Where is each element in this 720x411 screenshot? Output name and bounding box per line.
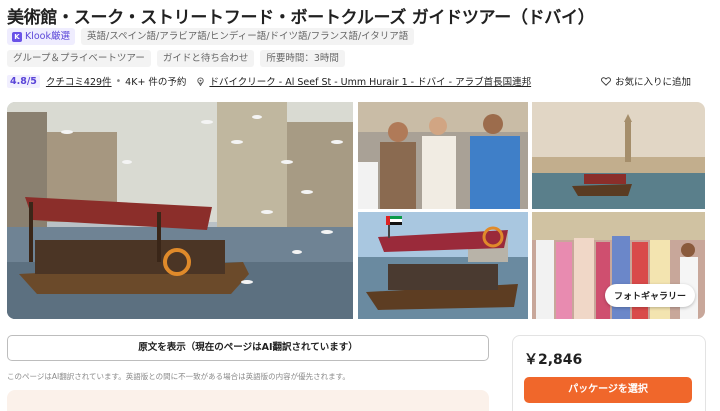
price: ￥2,846 <box>524 352 583 368</box>
creek-minaret-image <box>532 102 705 209</box>
tag-meet-guide: ガイドと待ち合わせ <box>156 50 255 67</box>
abra-boat-flag-image <box>358 212 528 319</box>
gallery-image-4[interactable] <box>358 212 528 319</box>
gallery-image-2[interactable] <box>358 102 528 209</box>
tasting-street-food-image <box>358 102 528 209</box>
klook-badge-label: Klook厳選 <box>25 31 70 42</box>
abra-boat-gulls-image <box>7 102 353 319</box>
reviews-link[interactable]: クチコミ429件 <box>46 74 112 88</box>
gallery-image-3[interactable] <box>532 102 705 209</box>
location-link[interactable]: ドバイクリーク - Al Seef St - Umm Hurair 1 - ドバ… <box>209 74 531 88</box>
photo-gallery: フォトギャラリー <box>7 102 705 319</box>
tag-row: グループ＆プライベートツアー ガイドと待ち合わせ 所要時間：3時間 <box>7 50 345 67</box>
promo-card <box>7 390 489 411</box>
gallery-image-main[interactable] <box>7 102 353 319</box>
meta-row: 4.8/5 クチコミ429件 • 4K+ 件の予約 ドバイクリーク - Al S… <box>7 74 707 88</box>
klook-badge: K Klook厳選 <box>7 28 75 45</box>
gallery-image-5[interactable]: フォトギャラリー <box>532 212 705 319</box>
heart-icon <box>601 76 611 86</box>
languages-tag: 英語/スペイン語/アラビア語/ヒンディー語/ドイツ語/フランス語/イタリア語 <box>81 28 415 45</box>
price-card: ￥2,846 パッケージを選択 <box>512 335 706 411</box>
ai-translation-notice: このページはAI翻訳されています。英語版との間に不一致がある場合は英語版の内容が… <box>7 372 350 381</box>
select-package-button[interactable]: パッケージを選択 <box>524 377 692 403</box>
location-pin-icon <box>197 76 205 86</box>
tag-duration: 所要時間：3時間 <box>260 50 345 67</box>
wishlist-button[interactable]: お気に入りに追加 <box>601 74 691 88</box>
tag-group-private: グループ＆プライベートツアー <box>7 50 151 67</box>
rating-score: 4.8/5 <box>7 74 40 88</box>
bookings-count: 4K+ 件の予約 <box>125 77 187 88</box>
klook-badge-icon: K <box>12 31 22 42</box>
meta-separator: • <box>115 75 122 87</box>
page-title: 美術館・スーク・ストリートフード・ボートクルーズ ガイドツアー（ドバイ） <box>7 8 595 28</box>
wishlist-label: お気に入りに追加 <box>614 77 691 88</box>
photo-gallery-button[interactable]: フォトギャラリー <box>604 284 695 307</box>
show-original-button[interactable]: 原文を表示（現在のページはAI翻訳されています） <box>7 335 489 361</box>
badge-row: K Klook厳選 英語/スペイン語/アラビア語/ヒンディー語/ドイツ語/フラン… <box>7 28 415 45</box>
